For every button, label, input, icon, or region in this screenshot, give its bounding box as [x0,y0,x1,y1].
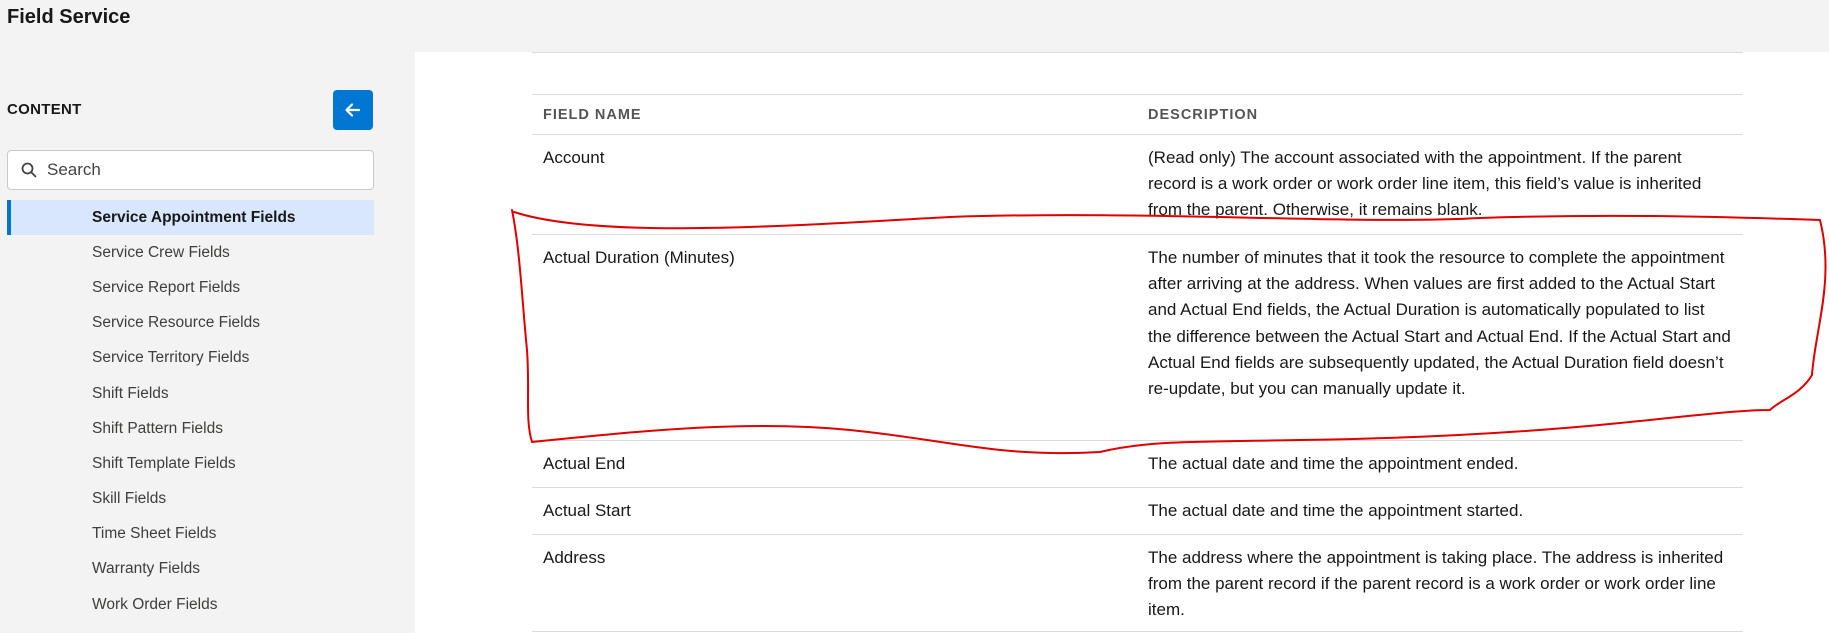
nav-item-service-appointment-fields[interactable]: Service Appointment Fields [7,200,374,236]
table-row: Account (Read only) The account associat… [532,134,1743,235]
main-content: FIELD NAME DESCRIPTION Account (Read onl… [415,52,1829,633]
description-header: DESCRIPTION [1137,94,1743,135]
field-description-cell: (Read only) The account associated with … [1137,134,1743,235]
table-row: Actual Start The actual date and time th… [532,487,1743,535]
nav-item-service-report-fields[interactable]: Service Report Fields [7,270,374,306]
divider [532,52,1743,53]
field-name-cell: Actual Duration (Minutes) [532,234,1137,441]
table-row: Actual End The actual date and time the … [532,440,1743,488]
field-name-cell: Address [532,534,1137,632]
search-field[interactable] [7,150,374,190]
nav-item-warranty-fields[interactable]: Warranty Fields [7,551,374,588]
nav-item-service-crew-fields[interactable]: Service Crew Fields [7,235,374,271]
arrow-left-icon [345,103,361,117]
nav-item-time-sheet-fields[interactable]: Time Sheet Fields [7,516,374,552]
field-description-cell: The number of minutes that it took the r… [1137,234,1743,441]
search-input[interactable] [47,160,347,180]
nav-item-shift-fields[interactable]: Shift Fields [7,375,374,412]
field-name-header: FIELD NAME [532,94,1137,135]
field-name-cell: Account [532,134,1137,235]
nav-item-service-resource-fields[interactable]: Service Resource Fields [7,305,374,341]
nav-item-service-territory-fields[interactable]: Service Territory Fields [7,340,374,376]
table-row: Address The address where the appointmen… [532,534,1743,632]
table-header-row: FIELD NAME DESCRIPTION [532,94,1743,135]
nav-item-shift-template-fields[interactable]: Shift Template Fields [7,446,374,482]
field-description-cell: The address where the appointment is tak… [1137,534,1743,632]
nav-item-skill-fields[interactable]: Skill Fields [7,481,374,517]
nav-item-shift-pattern-fields[interactable]: Shift Pattern Fields [7,411,374,447]
collapse-sidebar-button[interactable] [333,90,373,130]
field-description-cell: The actual date and time the appointment… [1137,487,1743,535]
field-name-cell: Actual Start [532,487,1137,535]
sidebar: CONTENT Service Appointment Fields Servi… [0,52,415,633]
fields-table: FIELD NAME DESCRIPTION Account (Read onl… [532,94,1743,632]
top-header: Field Service [0,0,1812,52]
search-icon [21,162,37,178]
nav-list: Service Appointment Fields Service Crew … [7,200,374,623]
field-description-cell: The actual date and time the appointment… [1137,440,1743,488]
field-name-cell: Actual End [532,440,1137,488]
content-label: CONTENT [7,101,82,118]
nav-item-work-order-fields[interactable]: Work Order Fields [7,587,374,623]
app-title: Field Service [7,6,131,28]
table-row: Actual Duration (Minutes) The number of … [532,234,1743,441]
